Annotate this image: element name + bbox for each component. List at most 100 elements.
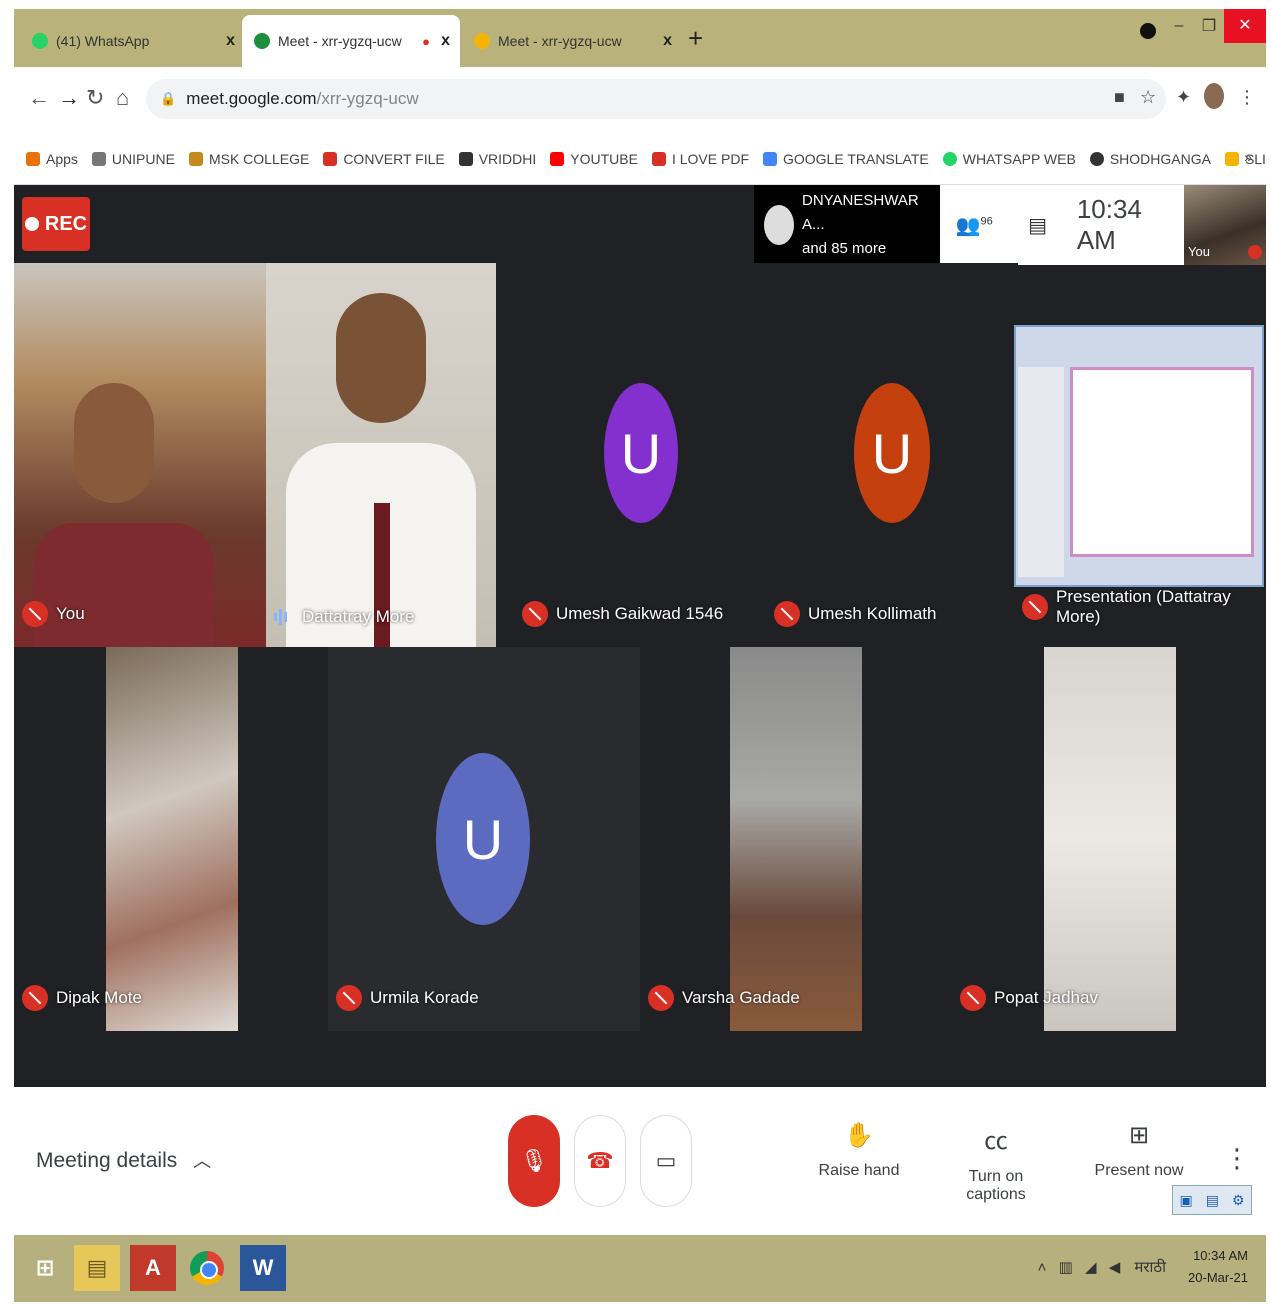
input-indicator[interactable]: ▣ ▤ ⚙ xyxy=(1172,1185,1252,1215)
people-count: 96 xyxy=(980,214,993,227)
present-now-button[interactable]: ⊞ Present now xyxy=(1094,1121,1184,1180)
participant-tile-umesh-gaikwad[interactable]: U Umesh Gaikwad 1546 xyxy=(514,263,766,647)
bookmark-convert-file[interactable]: CONVERT FILE xyxy=(323,151,445,167)
tab-title: (41) WhatsApp xyxy=(56,33,150,49)
extension-icon[interactable]: ✦ xyxy=(1176,87,1191,108)
star-icon[interactable]: ☆ xyxy=(1140,87,1156,108)
bookmark-youtube[interactable]: YOUTUBE xyxy=(550,151,638,167)
reload-icon[interactable]: ↻ xyxy=(86,85,104,111)
participant-name-row: You xyxy=(22,601,85,627)
back-icon[interactable]: ← xyxy=(28,85,50,111)
self-label: You xyxy=(1188,244,1210,259)
meet-header: 👥96 ▤ 10:34 AM xyxy=(940,185,1184,265)
participant-video xyxy=(106,647,238,1031)
wifi-icon[interactable]: ◢ xyxy=(1085,1259,1097,1276)
url-field[interactable]: 🔒 meet.google.com/xrr-ygzq-ucw xyxy=(146,79,1166,119)
avatar: U xyxy=(854,383,930,523)
mic-off-icon xyxy=(22,985,48,1011)
presenter-chip[interactable]: DNYANESHWAR A... and 85 more xyxy=(754,185,940,265)
bookmark-google-translate[interactable]: GOOGLE TRANSLATE xyxy=(763,151,929,167)
participant-tile-varsha[interactable]: Varsha Gadade xyxy=(640,647,952,1031)
globe-icon xyxy=(1089,151,1104,166)
people-button[interactable]: 👥96 xyxy=(940,213,1008,238)
camera-icon[interactable]: ■ xyxy=(1114,87,1125,108)
tab-whatsapp[interactable]: (41) WhatsApp x xyxy=(20,15,245,67)
chevron-up-icon[interactable]: ˄ xyxy=(1038,1259,1047,1276)
bookmark-ilovepdf[interactable]: I LOVE PDF xyxy=(651,151,749,167)
volume-icon[interactable]: ◀ xyxy=(1109,1259,1121,1276)
bookmarks-more-button[interactable]: » xyxy=(1244,149,1252,165)
bookmark-shodhganga[interactable]: SHODHGANGA xyxy=(1089,151,1211,167)
screen: (41) WhatsApp x Meet - xrr-ygzq-ucw ● x … xyxy=(14,9,1266,1302)
slide-preview xyxy=(1070,367,1254,557)
mic-off-icon xyxy=(336,985,362,1011)
word-icon[interactable]: W xyxy=(240,1245,286,1291)
bookmark-msk-college[interactable]: MSK COLLEGE xyxy=(188,151,309,167)
window-close-icon[interactable]: ✕ xyxy=(1224,9,1266,43)
participant-tile-dattatray[interactable]: Dattatray More xyxy=(266,263,496,647)
meeting-details-button[interactable]: Meeting details ︿ xyxy=(36,1147,211,1173)
hand-icon: ✋ xyxy=(844,1122,874,1149)
file-explorer-icon[interactable]: ▤ xyxy=(74,1245,120,1291)
camera-toggle-button[interactable]: ▭ xyxy=(640,1115,692,1207)
tab-meet-active[interactable]: Meet - xrr-ygzq-ucw ● x xyxy=(242,15,460,67)
avatar[interactable] xyxy=(1204,83,1224,109)
chat-button[interactable]: ▤ xyxy=(1008,213,1067,238)
participant-tile-popat[interactable]: Popat Jadhav xyxy=(952,647,1264,1031)
participant-name: Dipak Mote xyxy=(56,988,142,1007)
participant-tile-umesh-kollimath[interactable]: U Umesh Kollimath xyxy=(766,263,1018,647)
tab-meet[interactable]: Meet - xrr-ygzq-ucw x xyxy=(462,15,682,67)
new-tab-button[interactable]: + xyxy=(688,23,703,54)
system-clock[interactable]: 10:34 AM 20-Mar-21 xyxy=(1188,1245,1248,1289)
participant-tile-urmila[interactable]: U Urmila Korade xyxy=(328,647,640,1031)
presenter-text: DNYANESHWAR A... and 85 more xyxy=(802,189,940,261)
language-indicator[interactable]: मराठी xyxy=(1134,1259,1166,1276)
raise-hand-button[interactable]: ✋ Raise hand xyxy=(814,1121,904,1180)
tab-title: Meet - xrr-ygzq-ucw xyxy=(278,33,402,49)
taskbar: ⊞ ▤ A W ˄ ▥ ◢ ◀ मराठी 10:34 AM 20-Mar-21 xyxy=(14,1235,1266,1302)
bookmark-unipune[interactable]: UNIPUNE xyxy=(91,151,175,167)
presentation-tile[interactable]: Presentation (Dattatray More) xyxy=(1014,325,1264,647)
bookmark-vriddhi[interactable]: VRIDDHI xyxy=(458,151,536,167)
participant-name: Umesh Kollimath xyxy=(808,604,937,623)
present-icon: ⊞ xyxy=(1128,1122,1150,1149)
network-icon[interactable]: ▥ xyxy=(1059,1259,1073,1276)
present-label: Present now xyxy=(1094,1162,1184,1179)
close-icon[interactable]: x xyxy=(441,32,450,50)
participant-name-row: Popat Jadhav xyxy=(960,985,1098,1011)
captions-button[interactable]: ㏄ Turn on captions xyxy=(940,1121,1052,1204)
leave-call-button[interactable]: ☎ xyxy=(574,1115,626,1207)
lock-icon: 🔒 xyxy=(160,91,177,106)
recording-icon: ● xyxy=(422,33,430,49)
menu-icon[interactable]: ⋮ xyxy=(1238,87,1256,108)
avatar xyxy=(764,205,794,245)
heart-icon xyxy=(323,151,338,166)
maximize-icon[interactable]: ❐ xyxy=(1194,16,1224,36)
translate-icon xyxy=(763,151,777,166)
mic-off-icon xyxy=(774,601,800,627)
forward-icon[interactable]: → xyxy=(58,85,80,111)
participant-name: You xyxy=(56,604,85,623)
bookmark-apps[interactable]: Apps xyxy=(26,151,78,167)
profile-icon[interactable] xyxy=(1140,23,1156,39)
presenter-more: and 85 more xyxy=(802,240,887,257)
home-icon[interactable]: ⌂ xyxy=(116,85,129,111)
clock-date: 20-Mar-21 xyxy=(1188,1270,1248,1285)
chrome-logo xyxy=(190,1251,224,1285)
mic-toggle-button[interactable]: 🎙 xyxy=(508,1115,560,1207)
chrome-icon[interactable] xyxy=(184,1245,230,1291)
participant-name: Umesh Gaikwad 1546 xyxy=(556,604,724,623)
self-view[interactable]: You xyxy=(1184,185,1266,265)
participant-tile-dipak[interactable]: Dipak Mote xyxy=(14,647,266,1031)
more-options-icon[interactable]: ⋮ xyxy=(1224,1143,1250,1174)
close-icon[interactable]: x xyxy=(226,32,235,50)
minimize-icon[interactable]: – xyxy=(1164,17,1194,35)
bookmark-whatsapp-web[interactable]: WHATSAPP WEB xyxy=(942,150,1076,167)
participant-tile-you[interactable]: You xyxy=(14,263,266,647)
mic-off-icon xyxy=(648,985,674,1011)
close-icon[interactable]: x xyxy=(663,32,672,50)
windows-start-icon[interactable]: ⊞ xyxy=(22,1245,68,1291)
participant-name: Urmila Korade xyxy=(370,988,479,1007)
acrobat-icon[interactable]: A xyxy=(130,1245,176,1291)
bookmark-label: WHATSAPP WEB xyxy=(962,150,1076,167)
